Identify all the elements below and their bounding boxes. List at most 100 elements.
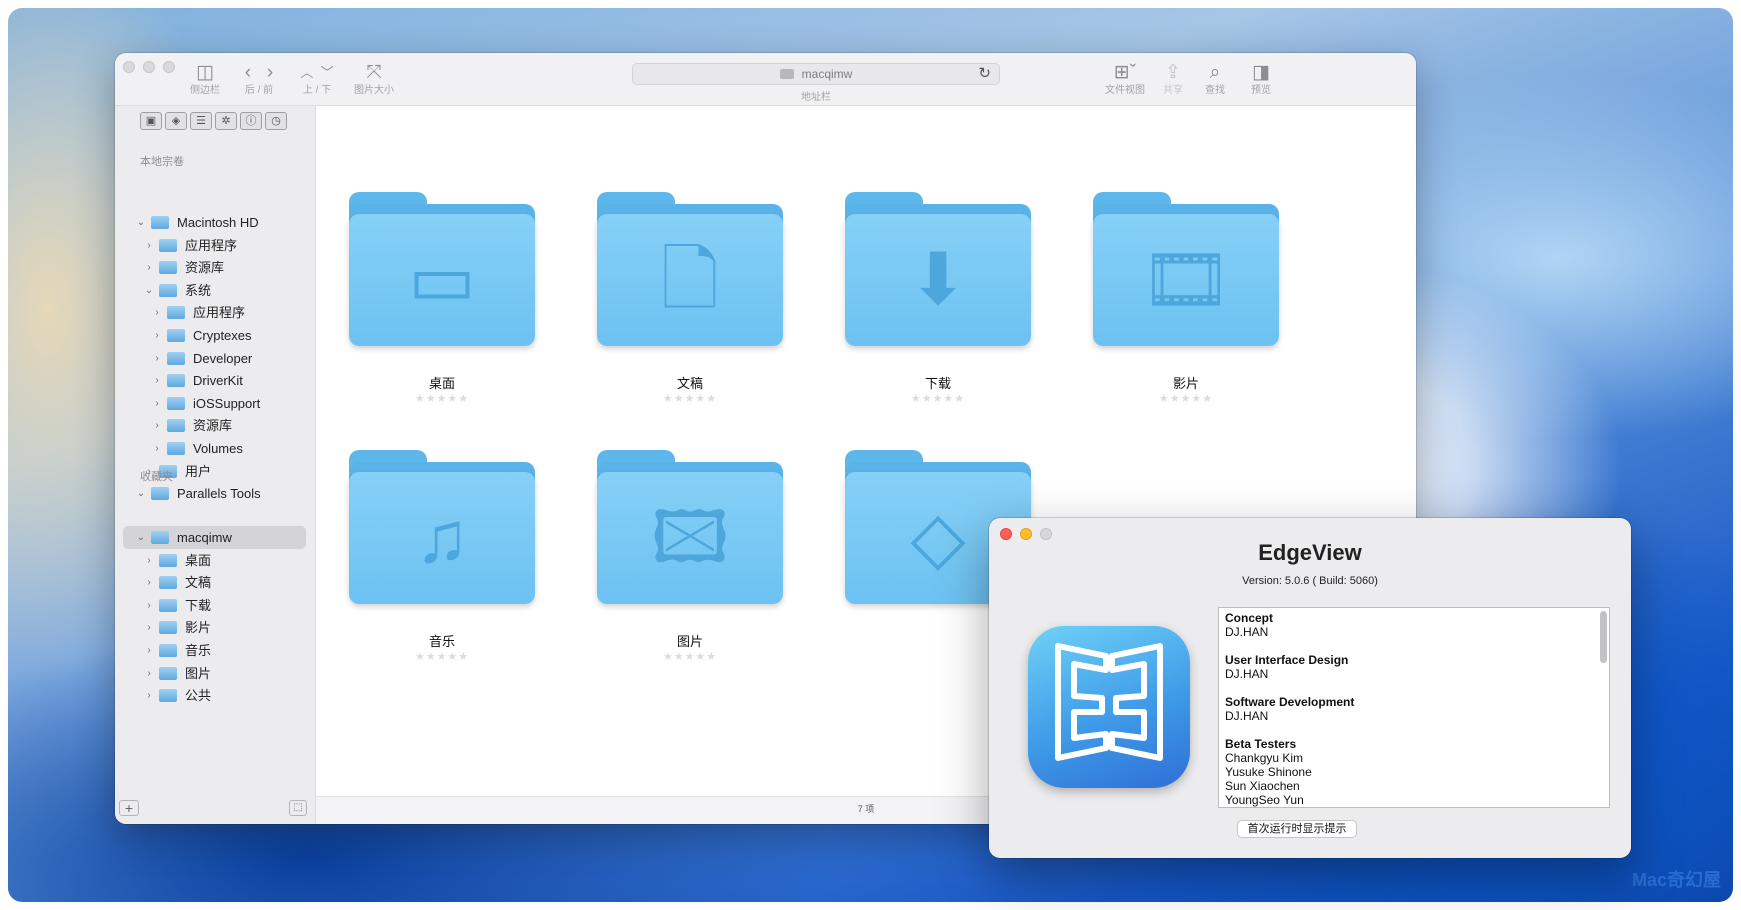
sidebar-item[interactable]: › 资源库 <box>115 256 305 279</box>
about-dialog: EdgeView Version: 5.0.6 ( Build: 5060) C… <box>989 518 1631 858</box>
chevron-right-icon[interactable]: › <box>151 301 163 324</box>
chevron-right-icon[interactable]: › <box>151 437 163 460</box>
history-tab-icon[interactable]: ◷ <box>265 112 287 130</box>
toolbar-preview[interactable]: ◨ 预览 <box>1243 61 1279 97</box>
chevron-down-icon[interactable]: ﹀ <box>321 65 334 80</box>
sidebar-item[interactable]: › DriverKit <box>115 369 305 392</box>
chevron-right-icon[interactable]: › <box>143 256 155 279</box>
edgeview-app-icon <box>1028 626 1190 788</box>
section-local-volumes: 本地宗卷 <box>140 156 184 168</box>
chevron-right-icon[interactable]: › <box>143 662 155 685</box>
chevron-right-icon[interactable]: › <box>151 369 163 392</box>
rating-stars[interactable]: ★★★★★ <box>585 392 795 405</box>
credits-name: YoungSeo Yun <box>1225 793 1304 807</box>
sidebar-item[interactable]: › 公共 <box>115 684 305 707</box>
folder-tile[interactable]: ▭ 桌面 ★★★★★ <box>337 186 547 416</box>
zoom-button[interactable] <box>163 61 175 73</box>
chevron-right-icon[interactable]: › <box>143 234 155 257</box>
reveal-icon[interactable]: ⬚ <box>289 800 307 816</box>
sidebar-item[interactable]: › Cryptexes <box>115 324 305 347</box>
toolbar-search[interactable]: ⌕ 查找 <box>1197 61 1233 97</box>
list-tab-icon[interactable]: ☰ <box>190 112 212 130</box>
folder-name: 文稿 <box>676 376 703 391</box>
rating-stars[interactable]: ★★★★★ <box>585 650 795 663</box>
folder-tile[interactable]: ⬇ 下载 ★★★★★ <box>833 186 1043 416</box>
folder-emblem: ▭ <box>407 240 477 320</box>
folder-icon <box>151 531 169 544</box>
credits-scrollbar[interactable] <box>1600 611 1607 663</box>
folders-tab-icon[interactable]: ▣ <box>140 112 162 130</box>
address-field[interactable]: macqimw ↻ <box>632 63 1000 85</box>
sidebar-item-label: iOSSupport <box>193 395 261 411</box>
toolbar-sidebar[interactable]: ◫ 侧边栏 <box>183 61 227 97</box>
sidebar-item[interactable]: › 应用程序 <box>115 234 305 257</box>
sidebar-item[interactable]: › 图片 <box>115 662 305 685</box>
sidebar-item[interactable]: › 应用程序 <box>115 301 305 324</box>
sidebar-item[interactable]: › Volumes <box>115 437 305 460</box>
folder-tile[interactable]: 🖾 图片 ★★★★★ <box>585 444 795 674</box>
sidebar-item[interactable]: › 影片 <box>115 616 305 639</box>
chevron-left-icon[interactable]: ‹ <box>245 62 251 83</box>
sidebar-item-label: Parallels Tools <box>177 486 261 502</box>
folder-tile[interactable]: 🗋 文稿 ★★★★★ <box>585 186 795 416</box>
chevron-right-icon[interactable]: › <box>151 414 163 437</box>
sidebar-item[interactable]: › 音乐 <box>115 639 305 662</box>
chevron-right-icon[interactable]: › <box>143 616 155 639</box>
chevron-up-icon[interactable]: ︿ <box>300 65 313 80</box>
folder-icon <box>159 689 177 703</box>
movies-folder-icon: 🎞 <box>1093 186 1279 346</box>
minimize-button[interactable] <box>143 61 155 73</box>
toolbar-up-down[interactable]: ︿ ﹀ 上 / 下 <box>290 61 344 97</box>
sidebar-item[interactable]: ⌄ Parallels Tools <box>115 482 305 505</box>
chevron-down-icon[interactable]: ⌄ <box>135 211 147 234</box>
about-close-button[interactable] <box>1000 528 1012 540</box>
toolbar-back-forward[interactable]: ‹ › 后 / 前 <box>232 61 286 97</box>
folder-tile[interactable]: 🎞 影片 ★★★★★ <box>1081 186 1291 416</box>
sidebar-item[interactable]: ⌄ macqimw <box>123 526 306 549</box>
sidebar-item[interactable]: ⌄ Macintosh HD <box>115 211 305 234</box>
rating-stars[interactable]: ★★★★★ <box>833 392 1043 405</box>
rating-stars[interactable]: ★★★★★ <box>337 392 547 405</box>
toolbar-file-view[interactable]: ⊞ˇ 文件视图 <box>1100 61 1150 97</box>
show-on-launch-button[interactable]: 首次运行时显示提示 <box>1237 820 1357 838</box>
watermark: Mac奇幻屋 <box>1631 870 1721 890</box>
chevron-right-icon[interactable]: › <box>143 594 155 617</box>
rating-stars[interactable]: ★★★★★ <box>337 650 547 663</box>
folder-icon <box>159 553 177 567</box>
about-zoom-button[interactable] <box>1040 528 1052 540</box>
chevron-right-icon[interactable]: › <box>143 571 155 594</box>
sidebar-item[interactable]: › 文稿 <box>115 571 305 594</box>
sidebar-item[interactable]: › 桌面 <box>115 549 305 572</box>
chevron-right-icon[interactable]: › <box>151 392 163 415</box>
tags-tab-icon[interactable]: ◈ <box>165 112 187 130</box>
sidebar-item[interactable]: › Developer <box>115 347 305 370</box>
add-favorite-button[interactable]: + <box>119 800 139 816</box>
toolbar-image-size[interactable]: ⤧ 图片大小 <box>348 61 400 97</box>
chevron-down-icon[interactable]: ⌄ <box>135 482 147 505</box>
about-minimize-button[interactable] <box>1020 528 1032 540</box>
chevron-right-icon[interactable]: › <box>151 324 163 347</box>
credits-list[interactable]: Concept DJ.HAN User Interface Design DJ.HAN… <box>1218 607 1610 808</box>
folder-icon <box>159 283 177 297</box>
chevron-down-icon[interactable]: ⌄ <box>135 526 147 549</box>
sidebar-item-label: Volumes <box>193 441 243 456</box>
chevron-right-icon[interactable]: › <box>143 549 155 572</box>
chevron-right-icon[interactable]: › <box>267 62 273 83</box>
sidebar-item[interactable]: › iOSSupport <box>115 392 305 415</box>
chevron-down-icon[interactable]: ⌄ <box>143 279 155 302</box>
sidebar-item[interactable]: › 下载 <box>115 594 305 617</box>
close-button[interactable] <box>123 61 135 73</box>
folder-tile[interactable]: ♫ 音乐 ★★★★★ <box>337 444 547 674</box>
folder-emblem: ♫ <box>415 498 469 578</box>
toolbar-share[interactable]: ⇪ 共享 <box>1155 61 1191 97</box>
sidebar-item[interactable]: ⌄ 系统 <box>115 279 305 302</box>
chevron-right-icon[interactable]: › <box>151 347 163 370</box>
credits-gap <box>1225 681 1603 695</box>
chevron-right-icon[interactable]: › <box>143 684 155 707</box>
sidebar-item[interactable]: › 资源库 <box>115 414 305 437</box>
rating-stars[interactable]: ★★★★★ <box>1081 392 1291 405</box>
magic-tab-icon[interactable]: ✲ <box>215 112 237 130</box>
info-tab-icon[interactable]: ⓘ <box>240 112 262 130</box>
chevron-right-icon[interactable]: › <box>143 639 155 662</box>
reload-icon[interactable]: ↻ <box>978 64 991 84</box>
